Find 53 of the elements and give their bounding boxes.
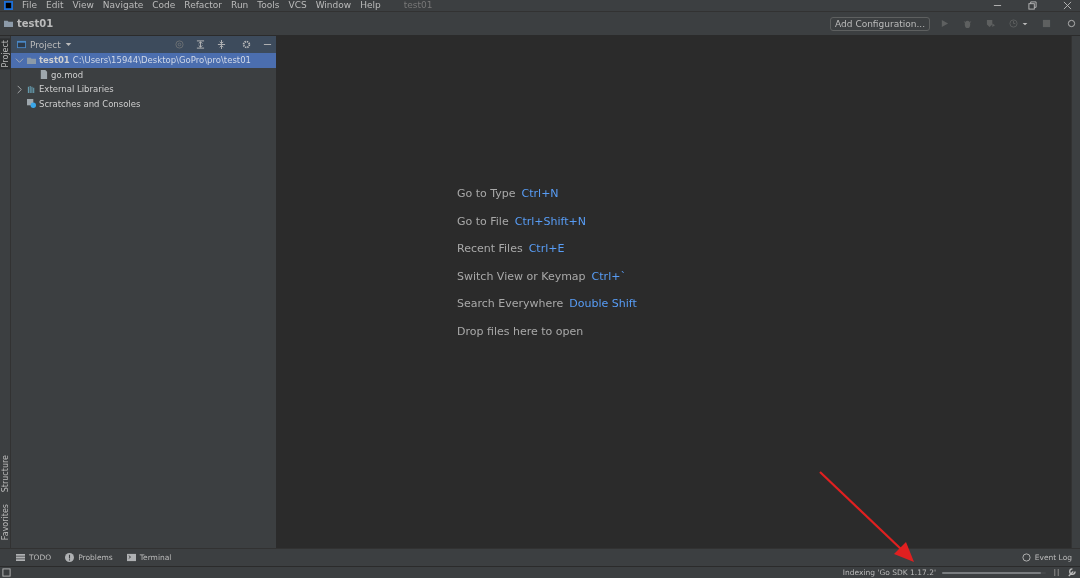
tool-window-tab[interactable]: Favorites xyxy=(0,501,10,542)
layout-icon[interactable] xyxy=(2,568,11,577)
shortcut-text: Ctrl+N xyxy=(521,186,559,201)
tree-item[interactable]: Scratches and Consoles xyxy=(11,96,276,111)
menu-item[interactable]: Refactor xyxy=(184,0,223,11)
folder-icon xyxy=(27,55,36,65)
restore-icon[interactable] xyxy=(1028,1,1037,10)
add-configuration-button[interactable]: Add Configuration... xyxy=(830,16,930,31)
hint-text: Go to Type xyxy=(457,186,516,201)
tool-window-tab[interactable]: Structure xyxy=(0,452,10,494)
hint-text: Go to File xyxy=(457,213,509,229)
shortcut-text: Ctrl+Shift+N xyxy=(514,213,586,229)
settings-icon[interactable] xyxy=(242,40,251,49)
menu-item[interactable]: Run xyxy=(231,0,249,11)
terminal-icon[interactable] xyxy=(126,553,136,562)
dropdown-icon[interactable] xyxy=(64,40,72,49)
wrench-icon[interactable] xyxy=(1067,568,1076,577)
breadcrumb[interactable]: test01 xyxy=(17,18,827,29)
tree-item[interactable]: go.mod xyxy=(11,67,276,82)
menu-item[interactable]: View xyxy=(72,0,94,11)
shortcut-text: Ctrl+E xyxy=(528,241,565,256)
pause-icon[interactable] xyxy=(1052,568,1061,577)
shortcut-text: Ctrl+` xyxy=(591,268,626,284)
library-icon xyxy=(27,84,36,94)
warning-icon[interactable] xyxy=(65,553,75,562)
expand-all-icon[interactable] xyxy=(196,40,205,49)
close-icon[interactable] xyxy=(1063,1,1072,10)
file-icon xyxy=(39,70,48,80)
folder-icon xyxy=(4,19,13,28)
tree-item[interactable]: test01 C:\Users\15944\Desktop\GoPro\pro\test01 xyxy=(11,53,276,68)
menu-item[interactable]: Help xyxy=(360,0,381,11)
menu-item[interactable]: Code xyxy=(152,0,176,11)
panel-title[interactable]: Project xyxy=(30,39,61,50)
menu-item[interactable]: VCS xyxy=(288,0,307,11)
tool-window-tab[interactable]: Project xyxy=(0,38,10,70)
list-icon[interactable] xyxy=(16,553,25,562)
scratch-icon xyxy=(27,99,36,109)
menu-item[interactable]: Navigate xyxy=(102,0,144,11)
menu-item[interactable]: Window xyxy=(315,0,352,11)
window-icon xyxy=(17,40,26,49)
app-logo-icon xyxy=(4,1,13,10)
hint-text: Drop files here to open xyxy=(457,323,584,339)
hint-text: Search Everywhere xyxy=(457,296,564,311)
window-title: test01 xyxy=(403,0,434,11)
hint-text: Recent Files xyxy=(457,241,523,256)
menu-item[interactable]: Tools xyxy=(257,0,280,11)
shortcut-text: Double Shift xyxy=(569,296,637,311)
menu-item[interactable]: Edit xyxy=(46,0,64,11)
menu-item[interactable]: File xyxy=(22,0,38,11)
chevron-right-icon[interactable] xyxy=(15,84,24,94)
tree-item[interactable]: External Libraries xyxy=(11,82,276,97)
hint-text: Switch View or Keymap xyxy=(457,268,586,284)
collapse-all-icon[interactable] xyxy=(217,40,226,49)
